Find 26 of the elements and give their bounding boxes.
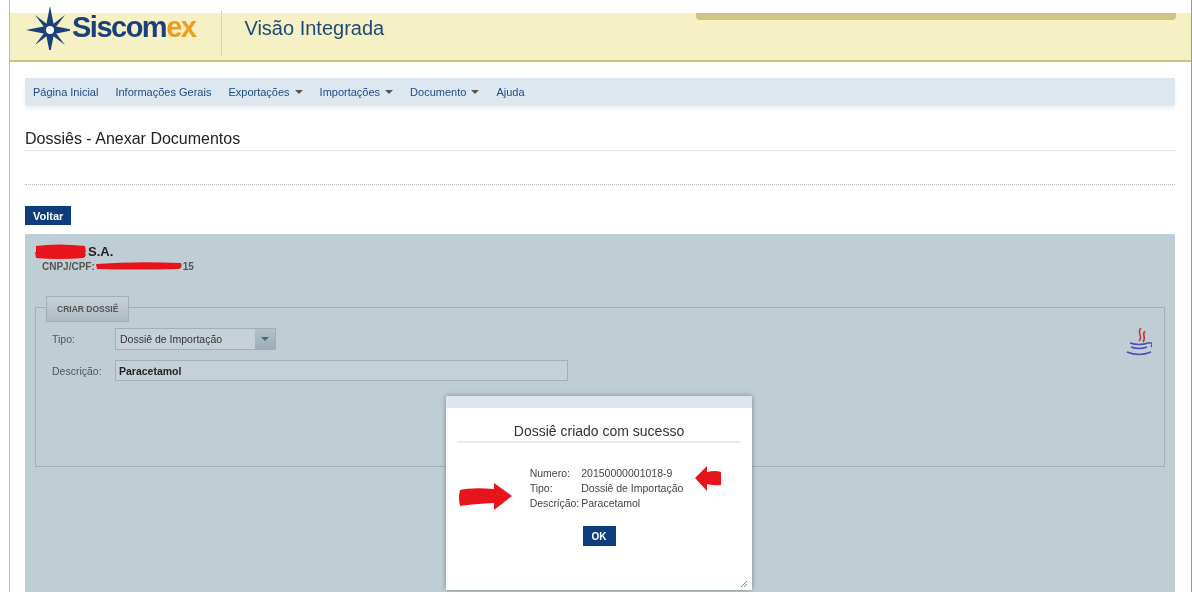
nav-menu-item[interactable]: Documento: [410, 86, 480, 98]
field-label: Descrição:: [52, 364, 103, 377]
info-value: Paracetamol: [581, 497, 642, 509]
site-title: Visão Integrada: [244, 17, 385, 40]
description-field[interactable]: Paracetamol: [115, 360, 568, 381]
info-label: Descrição:: [529, 497, 580, 509]
page-title: Dossiês - Anexar Documentos: [25, 130, 1175, 151]
back-button[interactable]: Voltar: [25, 206, 72, 225]
id-value: 15: [182, 260, 194, 272]
type-dropdown[interactable]: Dossiê de Importação: [115, 328, 276, 350]
nav-menu-item[interactable]: Ajuda: [496, 86, 525, 98]
nav-menu-item[interactable]: Importações: [319, 86, 394, 98]
id-label: CNPJ/CPF:: [42, 260, 95, 272]
nav-menu-item[interactable]: Página Inicial: [33, 86, 99, 98]
field-label: Tipo:: [52, 333, 76, 345]
info-label: Numero:: [529, 467, 571, 479]
info-value: Dossiê de Importação: [581, 482, 684, 494]
info-value: 20150000001018-9: [581, 467, 674, 479]
logo-text: Siscomex: [72, 11, 196, 44]
info-label: Tipo:: [529, 482, 554, 494]
ok-button[interactable]: OK: [582, 526, 616, 546]
dialog-title: Dossiê criado com sucesso: [457, 408, 741, 443]
nav-menu-item[interactable]: Informações Gerais: [115, 86, 212, 98]
company-name: S.A.: [88, 243, 114, 259]
section-tab[interactable]: CRIAR DOSSIÊ: [46, 296, 130, 322]
nav-menu-item[interactable]: Exportações: [228, 86, 303, 98]
